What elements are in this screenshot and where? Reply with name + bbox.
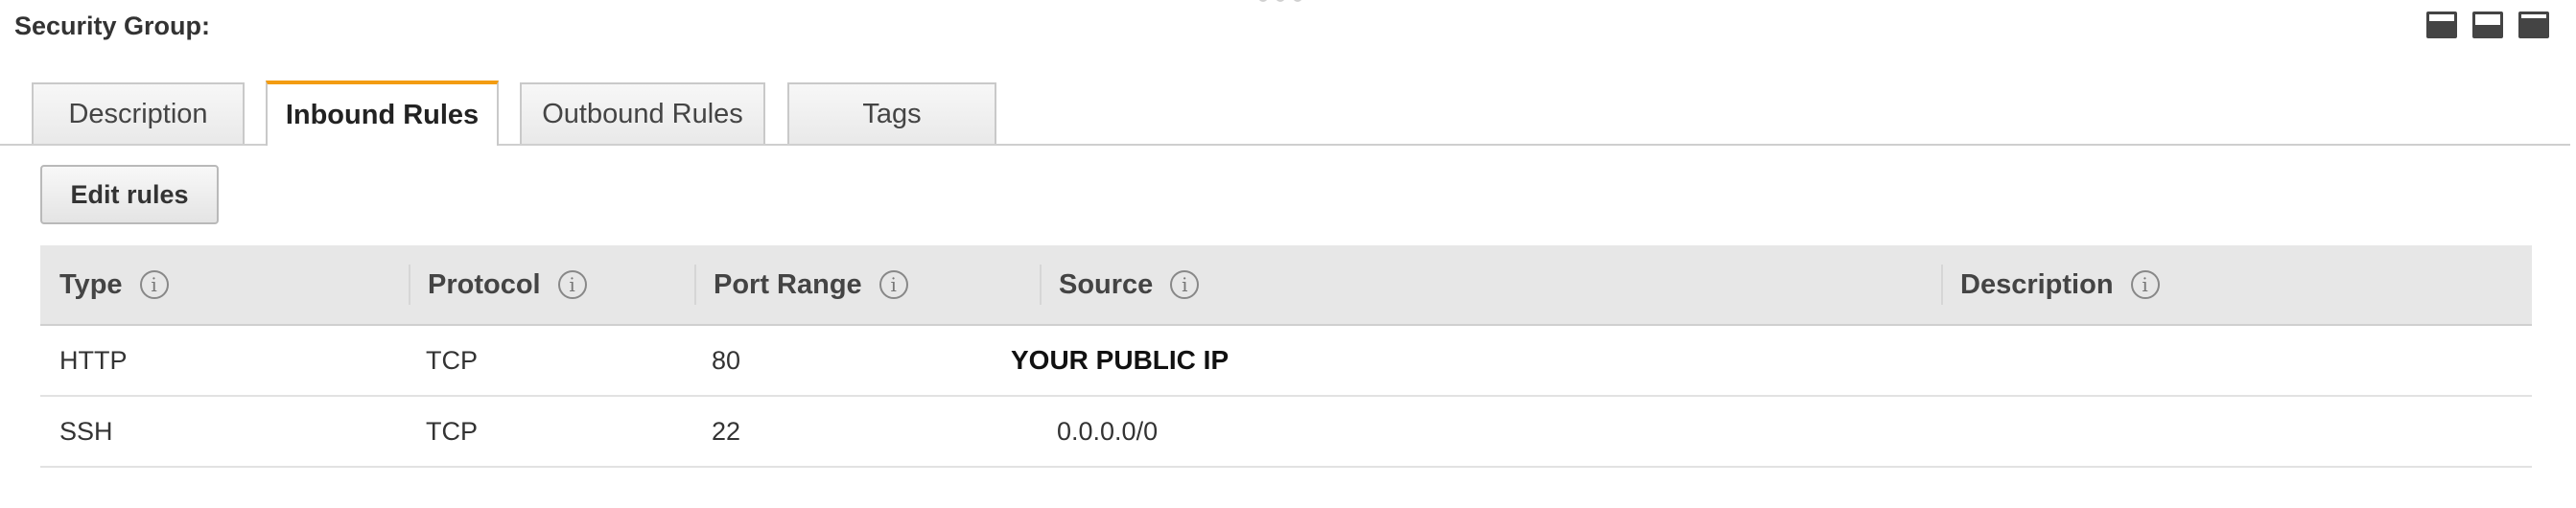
tab-description[interactable]: Description bbox=[32, 82, 245, 144]
panel-bottom-icon[interactable] bbox=[2426, 12, 2457, 38]
inbound-rules-table: Type i Protocol i Port Range i Source i … bbox=[40, 245, 2532, 468]
info-icon[interactable]: i bbox=[139, 270, 169, 299]
table-row: SSH TCP 22 0.0.0.0/0 bbox=[40, 397, 2532, 468]
tab-outbound-rules[interactable]: Outbound Rules bbox=[520, 82, 765, 144]
cell-protocol: TCP bbox=[426, 345, 478, 375]
panel-layout-controls bbox=[2426, 12, 2549, 38]
info-icon[interactable]: i bbox=[1170, 270, 1200, 299]
column-separator bbox=[1941, 265, 1943, 305]
cell-type: SSH bbox=[59, 416, 113, 446]
column-header-label: Description bbox=[1960, 268, 2114, 300]
info-icon[interactable]: i bbox=[557, 270, 587, 299]
table-row: HTTP TCP 80 YOUR PUBLIC IP bbox=[40, 326, 2532, 397]
column-header-type[interactable]: Type i bbox=[59, 245, 169, 324]
column-separator bbox=[1040, 265, 1042, 305]
cell-port-range: 80 bbox=[712, 345, 741, 375]
panel-title: Security Group: bbox=[14, 12, 211, 40]
column-header-label: Port Range bbox=[714, 268, 862, 300]
column-header-description[interactable]: Description i bbox=[1941, 245, 2160, 324]
cell-source: YOUR PUBLIC IP bbox=[1011, 345, 1229, 375]
panel-half-icon[interactable] bbox=[2472, 12, 2503, 38]
grip-dot bbox=[1258, 0, 1268, 2]
column-separator bbox=[409, 265, 410, 305]
column-header-label: Type bbox=[59, 268, 123, 300]
column-header-protocol[interactable]: Protocol i bbox=[409, 245, 587, 324]
info-icon[interactable]: i bbox=[878, 270, 908, 299]
info-icon[interactable]: i bbox=[2130, 270, 2160, 299]
panel-full-icon[interactable] bbox=[2518, 12, 2549, 38]
column-separator bbox=[694, 265, 696, 305]
resize-grip[interactable] bbox=[1258, 0, 1302, 2]
cell-type: HTTP bbox=[59, 345, 128, 375]
grip-dot bbox=[1276, 0, 1285, 2]
column-header-port-range[interactable]: Port Range i bbox=[694, 245, 908, 324]
edit-rules-button[interactable]: Edit rules bbox=[40, 165, 219, 224]
cell-source: 0.0.0.0/0 bbox=[1057, 416, 1159, 446]
column-header-label: Protocol bbox=[428, 268, 541, 300]
security-group-panel: Security Group: Description Inbound Rule… bbox=[0, 0, 2576, 508]
tab-tags[interactable]: Tags bbox=[787, 82, 996, 144]
cell-protocol: TCP bbox=[426, 416, 478, 446]
cell-port-range: 22 bbox=[712, 416, 741, 446]
column-header-label: Source bbox=[1059, 268, 1154, 300]
column-header-source[interactable]: Source i bbox=[1040, 245, 1200, 324]
grip-dot bbox=[1293, 0, 1302, 2]
table-header: Type i Protocol i Port Range i Source i … bbox=[40, 245, 2532, 326]
tab-inbound-rules[interactable]: Inbound Rules bbox=[266, 81, 499, 146]
